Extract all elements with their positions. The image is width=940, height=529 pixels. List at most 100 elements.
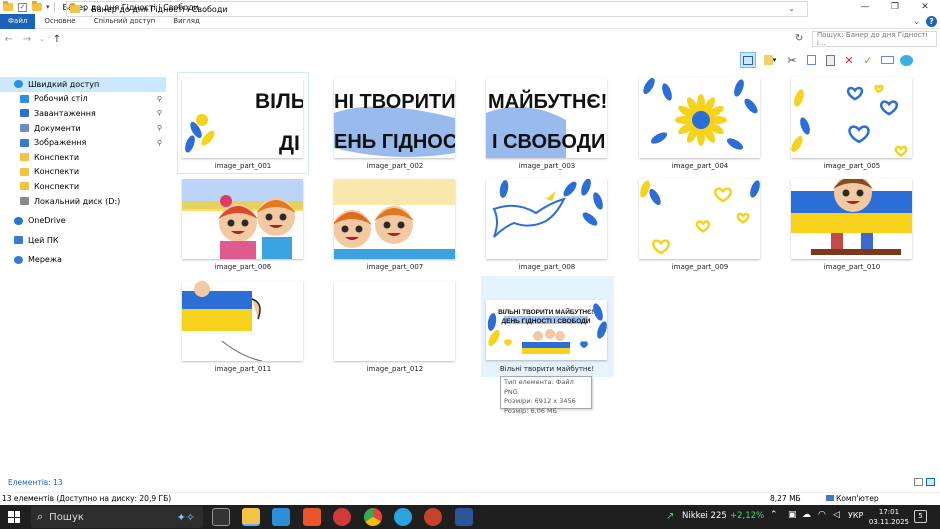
address-dropdown-icon[interactable]: ⌄: [788, 4, 795, 13]
tab-file[interactable]: Файл: [0, 13, 36, 29]
cloud-icon[interactable]: [898, 52, 914, 68]
tray-app-icon[interactable]: ▣: [788, 510, 797, 520]
file-name[interactable]: image_part_002: [319, 162, 471, 170]
close-button[interactable]: ✕: [910, 0, 940, 14]
file-name[interactable]: image_part_009: [624, 263, 776, 271]
pin-icon[interactable]: ⚲: [157, 124, 162, 132]
nav-item-local-disk-d[interactable]: Локальний диск (D:): [0, 194, 166, 209]
app-icon[interactable]: [303, 508, 321, 526]
rename-icon[interactable]: [879, 52, 895, 68]
file-name[interactable]: image_part_004: [624, 162, 776, 170]
file-name[interactable]: image_part_010: [776, 263, 928, 271]
details-view-icon[interactable]: [914, 478, 923, 486]
pin-icon[interactable]: ⚲: [157, 95, 162, 103]
pin-icon[interactable]: ⚲: [157, 109, 162, 117]
tray-chevron-icon[interactable]: ⌃: [770, 510, 778, 520]
file-thumbnail[interactable]: ВІЛЬНІ ТВОРИТИ МАЙБУТНЄ! ДЕНЬ ГІДНОСТІ І …: [486, 300, 607, 360]
file-name[interactable]: image_part_011: [167, 365, 319, 373]
windows-start-icon[interactable]: [8, 511, 20, 523]
expand-ribbon-icon[interactable]: ⌄: [913, 17, 920, 26]
file-name[interactable]: image_part_008: [471, 263, 623, 271]
file-thumbnail[interactable]: [791, 78, 912, 158]
sparkle-icon: ✦✧: [176, 510, 195, 524]
file-thumbnail[interactable]: [486, 179, 607, 259]
breadcrumb-current[interactable]: Банер до дня Гідності і Свободи: [91, 5, 227, 14]
file-thumbnail[interactable]: МАЙБУТНЄ! І СВОБОДИ: [486, 78, 607, 158]
powerpoint-icon[interactable]: [424, 508, 442, 526]
up-icon[interactable]: ↑: [48, 34, 66, 45]
file-thumbnail[interactable]: [791, 179, 912, 259]
nav-item-this-pc[interactable]: Цей ПК: [0, 233, 166, 248]
large-icons-view-icon[interactable]: [926, 478, 935, 486]
download-icon: [20, 109, 29, 118]
file-name[interactable]: Вільні творити майбутнє!: [471, 365, 623, 373]
minimize-button[interactable]: —: [850, 0, 880, 14]
file-explorer-icon[interactable]: [242, 508, 260, 526]
file-name[interactable]: image_part_003: [471, 162, 623, 170]
stock-chart-icon: ↗: [666, 511, 675, 522]
file-thumbnail[interactable]: [334, 281, 455, 361]
recent-dropdown-icon[interactable]: ⌄: [36, 35, 48, 43]
nav-item-documents[interactable]: Документи ⚲: [0, 121, 166, 136]
nav-item-desktop[interactable]: Робочий стіл ⚲: [0, 92, 166, 107]
back-icon[interactable]: ←: [0, 34, 18, 45]
nav-item-quick-access[interactable]: Швидкий доступ: [0, 77, 166, 92]
onedrive-tray-icon[interactable]: ☁: [802, 510, 811, 520]
checkmark-icon[interactable]: ✓: [860, 52, 876, 68]
cut-icon[interactable]: ✂: [784, 52, 800, 68]
file-thumbnail[interactable]: [639, 179, 760, 259]
search-input[interactable]: Пошук: Банер до дня Гідності і...: [812, 31, 937, 47]
file-thumbnail[interactable]: ВІЛЬ ДІ: [182, 78, 303, 158]
word-icon[interactable]: [455, 508, 473, 526]
file-name[interactable]: image_part_012: [319, 365, 471, 373]
file-thumbnail[interactable]: [334, 179, 455, 259]
volume-icon[interactable]: ◁: [833, 510, 840, 520]
file-name[interactable]: image_part_006: [167, 263, 319, 271]
forward-icon[interactable]: →: [18, 34, 36, 45]
nav-item-notes-2[interactable]: Конспекти: [0, 165, 166, 180]
nav-item-network[interactable]: Мережа: [0, 253, 166, 268]
file-name[interactable]: image_part_001: [167, 162, 319, 170]
app-badge-icon[interactable]: [333, 508, 351, 526]
refresh-icon[interactable]: ↻: [795, 33, 803, 44]
nav-item-downloads[interactable]: Завантаження ⚲: [0, 106, 166, 121]
thumbnail-image: ВІЛЬ ДІ: [182, 78, 303, 158]
pin-icon[interactable]: ⚲: [157, 139, 162, 147]
taskbar-search[interactable]: ⌕ Пошук ✦✧: [31, 506, 203, 528]
telegram-icon[interactable]: [394, 508, 412, 526]
nav-item-onedrive[interactable]: OneDrive: [0, 213, 166, 228]
delete-icon[interactable]: ✕: [841, 52, 857, 68]
quick-access-dropdown-icon[interactable]: ▾: [46, 3, 50, 11]
clock[interactable]: 17:01 03.11.2025: [869, 507, 909, 527]
wifi-icon[interactable]: ◠: [818, 510, 826, 520]
file-thumbnail[interactable]: [182, 179, 303, 259]
files-app-icon[interactable]: [272, 508, 290, 526]
notifications-icon[interactable]: 5: [914, 510, 927, 523]
file-thumbnail[interactable]: [182, 281, 303, 361]
svg-text:ДЕНЬ ГІДНОСТІ І СВОБОДИ: ДЕНЬ ГІДНОСТІ І СВОБОДИ: [502, 318, 591, 325]
task-view-icon[interactable]: [212, 508, 230, 526]
file-thumbnail[interactable]: НІ ТВОРИТИ ЕНЬ ГІДНОСТІ: [334, 78, 455, 158]
maximize-button[interactable]: ❐: [880, 0, 910, 14]
nav-item-pictures[interactable]: Зображення ⚲: [0, 135, 166, 150]
details-dropdown-icon[interactable]: ▾: [759, 52, 781, 68]
nav-item-notes-1[interactable]: Конспекти: [0, 150, 166, 165]
address-bar[interactable]: › Банер до дня Гідності і Свободи ⌄: [66, 1, 808, 17]
chrome-icon[interactable]: [364, 508, 382, 526]
stock-name[interactable]: Nikkei 225: [682, 511, 727, 521]
nav-item-label: Локальний диск (D:): [34, 196, 121, 206]
new-folder-icon[interactable]: [32, 1, 42, 11]
file-name[interactable]: image_part_007: [319, 263, 471, 271]
file-name[interactable]: image_part_005: [776, 162, 928, 170]
help-icon[interactable]: ?: [926, 16, 937, 27]
svg-text:І СВОБОДИ: І СВОБОДИ: [492, 131, 605, 153]
file-thumbnail[interactable]: [639, 78, 760, 158]
tooltip-type: Тип елемента: Файл PNG: [504, 378, 574, 396]
language-indicator[interactable]: УКР: [848, 511, 863, 520]
properties-icon[interactable]: ✓: [18, 2, 27, 12]
tooltip-dimensions: Розміри: 6912 x 3456: [504, 397, 576, 405]
paste-icon[interactable]: [822, 52, 838, 68]
nav-item-notes-3[interactable]: Конспекти: [0, 179, 166, 194]
copy-icon[interactable]: [803, 52, 819, 68]
preview-pane-icon[interactable]: [740, 52, 756, 68]
